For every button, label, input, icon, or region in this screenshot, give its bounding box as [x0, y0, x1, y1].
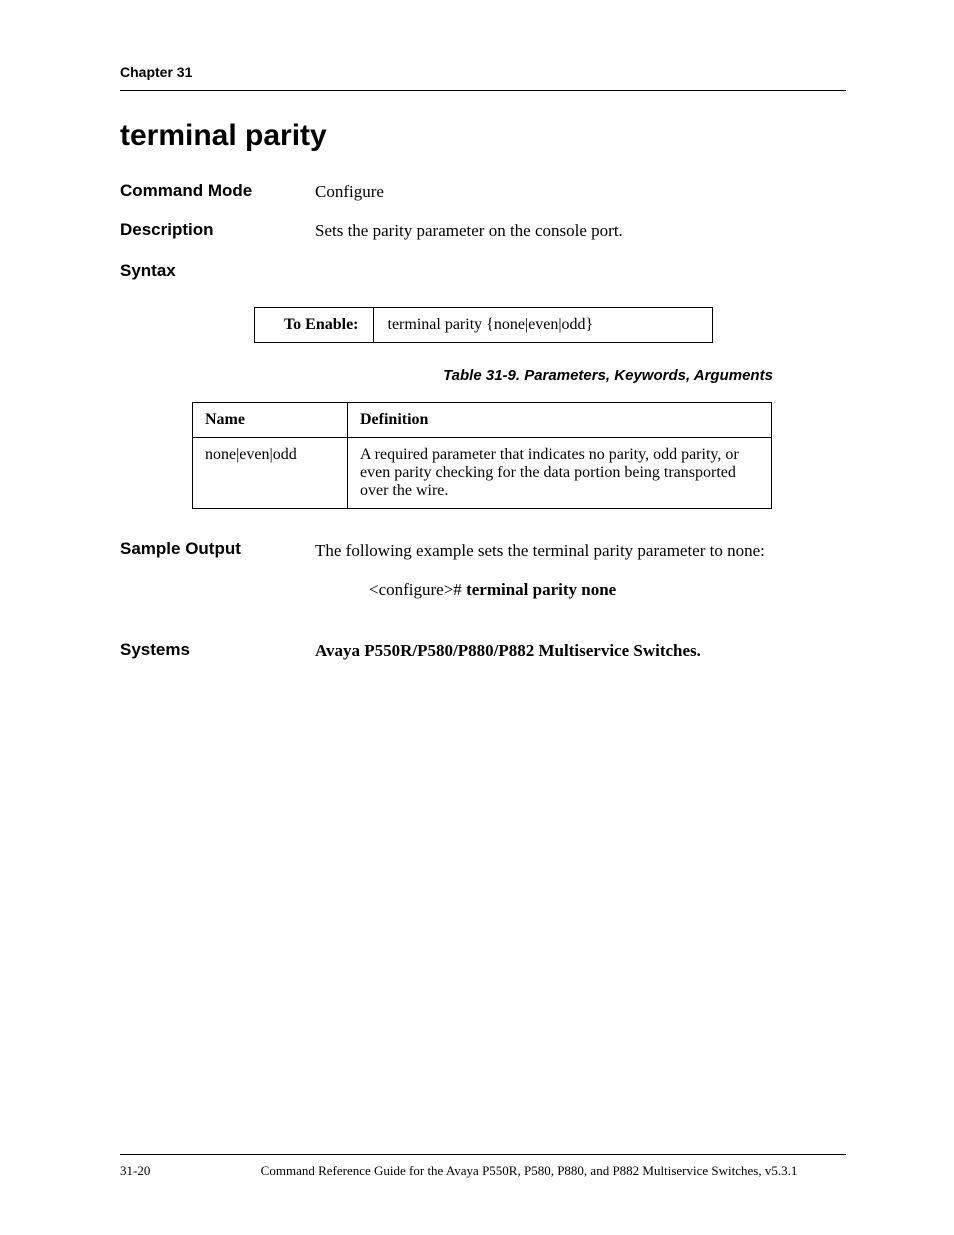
- command-mode-value: Configure: [315, 181, 846, 204]
- page-footer: 31-20 Command Reference Guide for the Av…: [120, 1154, 846, 1179]
- systems-row: Systems Avaya P550R/P580/P880/P882 Multi…: [120, 640, 846, 663]
- enable-table: To Enable: terminal parity {none|even|od…: [254, 307, 713, 343]
- param-th-name: Name: [193, 402, 348, 437]
- sample-output-row: Sample Output The following example sets…: [120, 539, 846, 624]
- systems-value: Avaya P550R/P580/P880/P882 Multiservice …: [315, 640, 846, 663]
- command-mode-row: Command Mode Configure: [120, 181, 846, 204]
- enable-value: terminal parity {none|even|odd}: [373, 307, 712, 342]
- description-value: Sets the parity parameter on the console…: [315, 220, 846, 243]
- param-table-caption: Table 31-9. Parameters, Keywords, Argume…: [370, 367, 846, 384]
- param-definition: A required parameter that indicates no p…: [348, 437, 772, 508]
- footer-page-number: 31-20: [120, 1163, 212, 1179]
- sample-output-intro: The following example sets the terminal …: [315, 539, 846, 564]
- running-header: Chapter 31: [120, 64, 846, 91]
- sample-output-label: Sample Output: [120, 539, 315, 624]
- sample-output-command: <configure># terminal parity none: [369, 578, 846, 603]
- footer-text: Command Reference Guide for the Avaya P5…: [212, 1163, 846, 1179]
- enable-label: To Enable:: [254, 307, 373, 342]
- table-row: none|even|odd A required parameter that …: [193, 437, 772, 508]
- param-th-definition: Definition: [348, 402, 772, 437]
- param-table: Name Definition none|even|odd A required…: [192, 402, 772, 509]
- syntax-label: Syntax: [120, 261, 846, 281]
- sample-cmd: terminal parity none: [466, 580, 616, 599]
- sample-prompt: <configure>#: [369, 580, 466, 599]
- page-title: terminal parity: [120, 119, 846, 153]
- description-label: Description: [120, 220, 315, 243]
- description-row: Description Sets the parity parameter on…: [120, 220, 846, 243]
- command-mode-label: Command Mode: [120, 181, 315, 204]
- param-name: none|even|odd: [193, 437, 348, 508]
- systems-label: Systems: [120, 640, 315, 663]
